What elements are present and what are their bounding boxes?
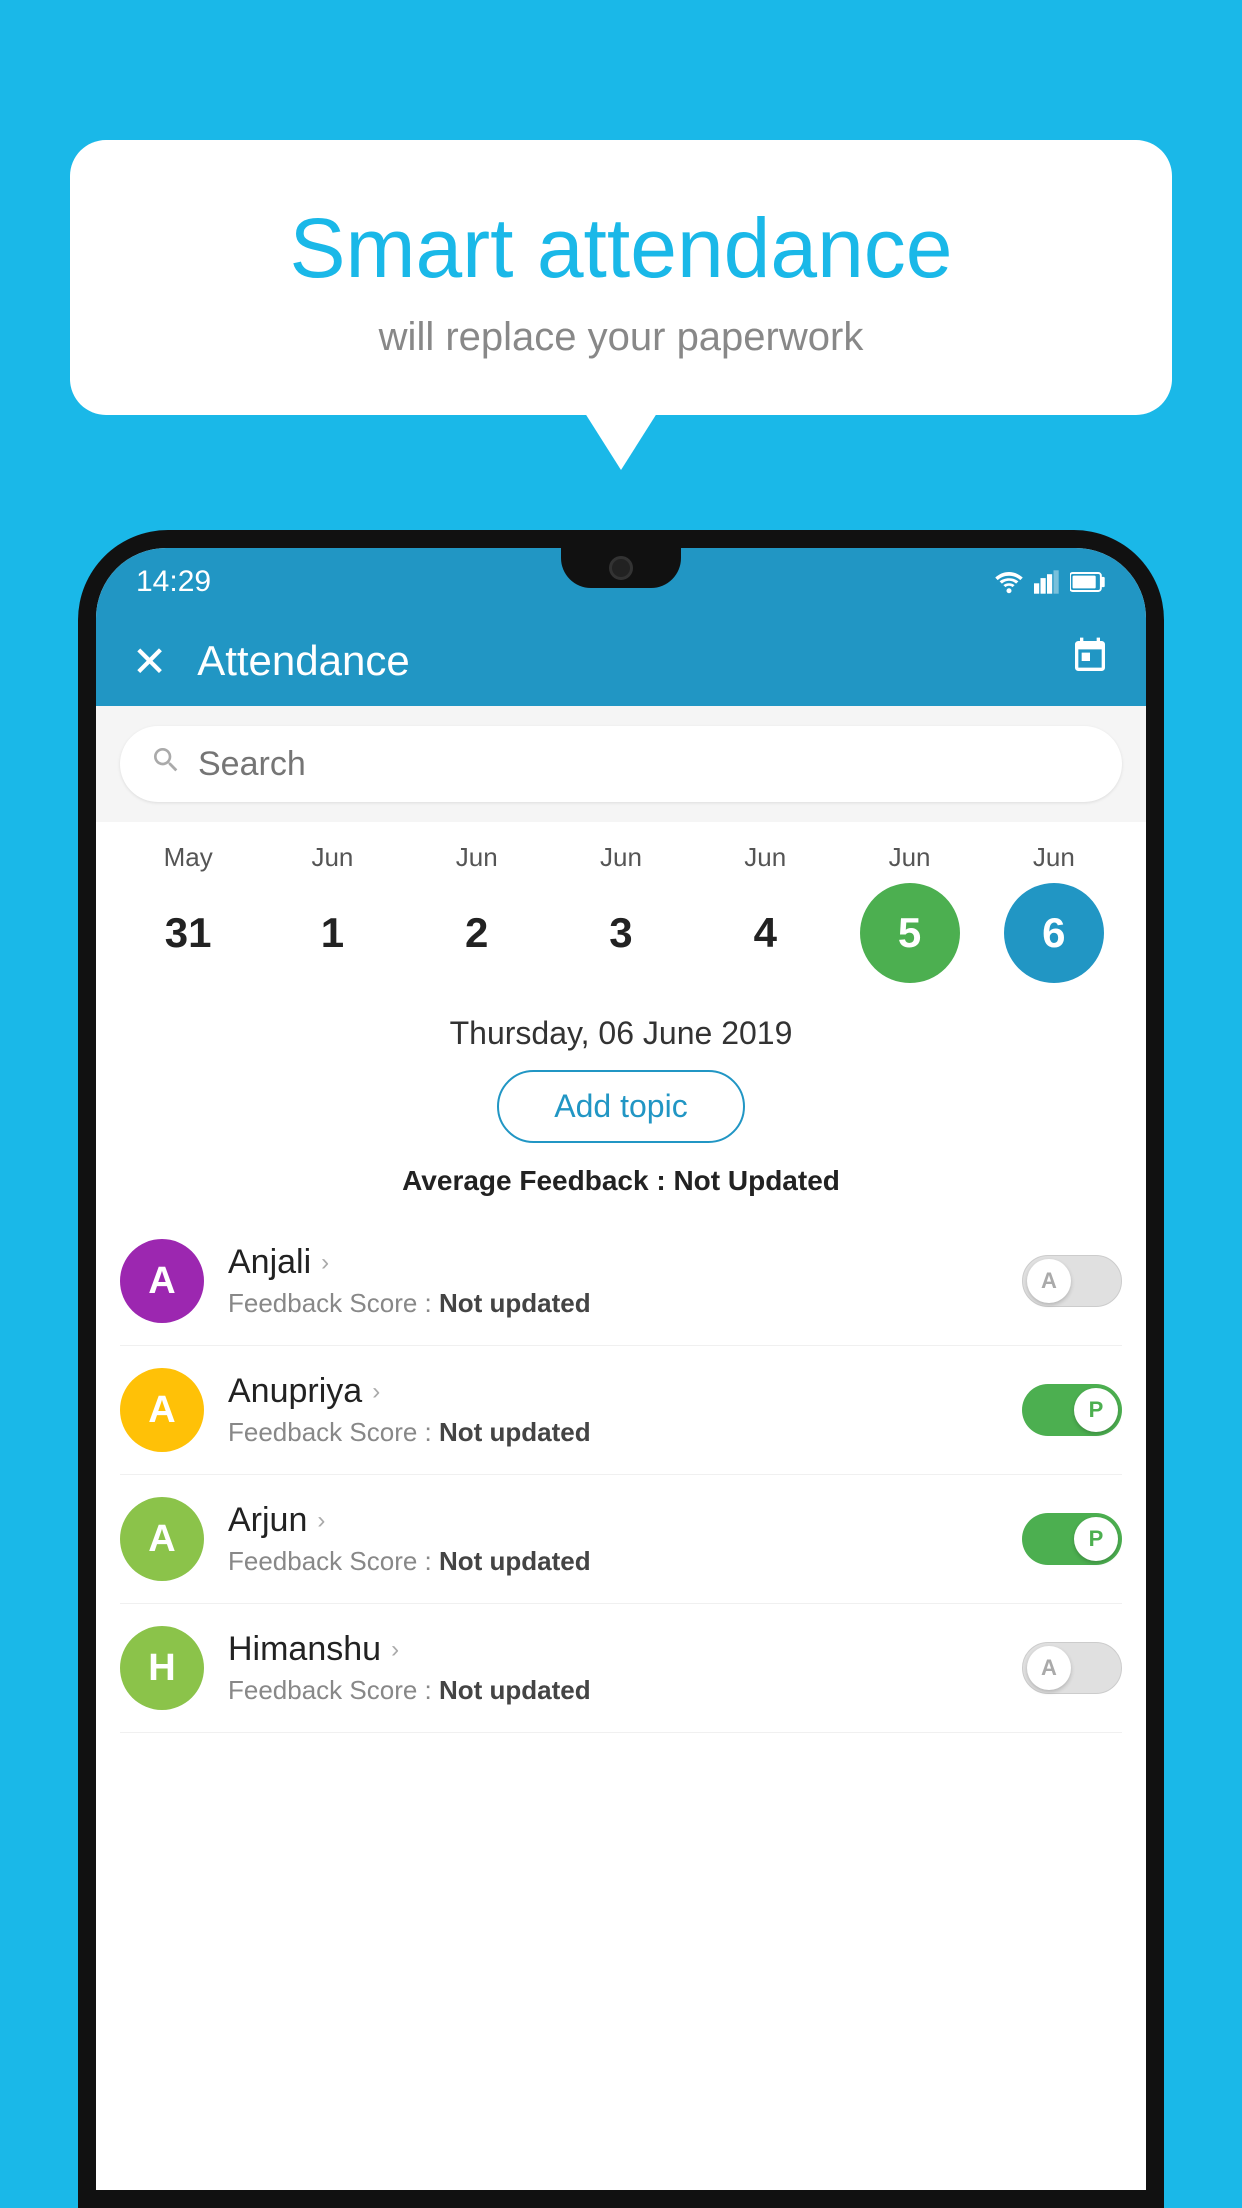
- date-1[interactable]: 1: [282, 883, 382, 983]
- toggle-wrapper-himanshu[interactable]: A: [1022, 1642, 1122, 1694]
- toggle-thumb-anjali: A: [1027, 1259, 1071, 1303]
- toggle-arjun[interactable]: P: [1022, 1513, 1122, 1565]
- toggle-thumb-himanshu: A: [1027, 1646, 1071, 1690]
- search-input[interactable]: [198, 745, 1092, 784]
- calendar-svg: [1070, 636, 1110, 676]
- search-container: [96, 706, 1146, 822]
- month-0: May: [138, 842, 238, 873]
- month-3: Jun: [571, 842, 671, 873]
- month-6: Jun: [1004, 842, 1104, 873]
- toggle-thumb-arjun: P: [1074, 1517, 1118, 1561]
- toggle-wrapper-anupriya[interactable]: P: [1022, 1384, 1122, 1436]
- background: Smart attendance will replace your paper…: [0, 0, 1242, 2208]
- date-row: 31 1 2 3 4 5 6: [116, 883, 1126, 983]
- month-row: May Jun Jun Jun Jun Jun Jun: [116, 842, 1126, 873]
- camera: [609, 556, 633, 580]
- month-2: Jun: [427, 842, 527, 873]
- student-name-anjali: Anjali ›: [228, 1243, 998, 1282]
- toggle-himanshu[interactable]: A: [1022, 1642, 1122, 1694]
- bubble-title: Smart attendance: [130, 200, 1112, 297]
- date-3[interactable]: 3: [571, 883, 671, 983]
- search-svg: [150, 744, 182, 776]
- chevron-arjun: ›: [317, 1507, 325, 1535]
- feedback-arjun: Feedback Score : Not updated: [228, 1546, 998, 1577]
- student-list: A Anjali › Feedback Score : Not updated: [96, 1217, 1146, 1733]
- student-info-himanshu: Himanshu › Feedback Score : Not updated: [228, 1630, 998, 1706]
- speech-bubble: Smart attendance will replace your paper…: [70, 140, 1172, 415]
- bubble-subtitle: will replace your paperwork: [130, 315, 1112, 360]
- feedback-anupriya: Feedback Score : Not updated: [228, 1417, 998, 1448]
- feedback-value-anjali: Not updated: [439, 1288, 591, 1318]
- selected-date: Thursday, 06 June 2019: [96, 993, 1146, 1070]
- student-info-anupriya: Anupriya › Feedback Score : Not updated: [228, 1372, 998, 1448]
- close-button[interactable]: ✕: [132, 637, 167, 686]
- feedback-value-anupriya: Not updated: [439, 1417, 591, 1447]
- status-bar: 14:29: [96, 548, 1146, 616]
- date-5-today[interactable]: 5: [860, 883, 960, 983]
- feedback-anjali: Feedback Score : Not updated: [228, 1288, 998, 1319]
- date-2[interactable]: 2: [427, 883, 527, 983]
- student-name-anupriya: Anupriya ›: [228, 1372, 998, 1411]
- student-item-anupriya[interactable]: A Anupriya › Feedback Score : Not update…: [120, 1346, 1122, 1475]
- phone-screen: 14:29: [96, 548, 1146, 2190]
- month-4: Jun: [715, 842, 815, 873]
- wifi-icon: [994, 570, 1024, 594]
- avatar-himanshu: H: [120, 1626, 204, 1710]
- header-title: Attendance: [197, 637, 1070, 685]
- chevron-anupriya: ›: [372, 1378, 380, 1406]
- status-time: 14:29: [136, 565, 211, 599]
- month-5: Jun: [860, 842, 960, 873]
- feedback-value-himanshu: Not updated: [439, 1675, 591, 1705]
- student-info-anjali: Anjali › Feedback Score : Not updated: [228, 1243, 998, 1319]
- content-area: Thursday, 06 June 2019 Add topic Average…: [96, 993, 1146, 1763]
- avg-feedback-label: Average Feedback :: [402, 1165, 673, 1196]
- signal-icon: [1034, 570, 1060, 594]
- chevron-anjali: ›: [321, 1249, 329, 1277]
- student-info-arjun: Arjun › Feedback Score : Not updated: [228, 1501, 998, 1577]
- toggle-wrapper-arjun[interactable]: P: [1022, 1513, 1122, 1565]
- search-bar[interactable]: [120, 726, 1122, 802]
- toggle-wrapper-anjali[interactable]: A: [1022, 1255, 1122, 1307]
- avatar-anjali: A: [120, 1239, 204, 1323]
- avg-feedback: Average Feedback : Not Updated: [96, 1165, 1146, 1197]
- avatar-arjun: A: [120, 1497, 204, 1581]
- student-item-arjun[interactable]: A Arjun › Feedback Score : Not updated: [120, 1475, 1122, 1604]
- chevron-himanshu: ›: [391, 1636, 399, 1664]
- toggle-thumb-anupriya: P: [1074, 1388, 1118, 1432]
- search-icon: [150, 744, 182, 784]
- add-topic-button[interactable]: Add topic: [497, 1070, 744, 1143]
- toggle-anjali[interactable]: A: [1022, 1255, 1122, 1307]
- avatar-anupriya: A: [120, 1368, 204, 1452]
- student-name-himanshu: Himanshu ›: [228, 1630, 998, 1669]
- student-item-anjali[interactable]: A Anjali › Feedback Score : Not updated: [120, 1217, 1122, 1346]
- feedback-value-arjun: Not updated: [439, 1546, 591, 1576]
- notch: [561, 548, 681, 588]
- date-4[interactable]: 4: [715, 883, 815, 983]
- battery-icon: [1070, 570, 1106, 594]
- avg-feedback-value: Not Updated: [673, 1165, 839, 1196]
- date-31[interactable]: 31: [138, 883, 238, 983]
- calendar-strip: May Jun Jun Jun Jun Jun Jun 31 1 2 3 4 5…: [96, 822, 1146, 993]
- student-item-himanshu[interactable]: H Himanshu › Feedback Score : Not update…: [120, 1604, 1122, 1733]
- calendar-icon[interactable]: [1070, 636, 1110, 686]
- feedback-himanshu: Feedback Score : Not updated: [228, 1675, 998, 1706]
- date-6-selected[interactable]: 6: [1004, 883, 1104, 983]
- student-name-arjun: Arjun ›: [228, 1501, 998, 1540]
- app-header: ✕ Attendance: [96, 616, 1146, 706]
- month-1: Jun: [282, 842, 382, 873]
- toggle-anupriya[interactable]: P: [1022, 1384, 1122, 1436]
- status-icons: [994, 570, 1106, 594]
- phone-frame: 14:29: [78, 530, 1164, 2208]
